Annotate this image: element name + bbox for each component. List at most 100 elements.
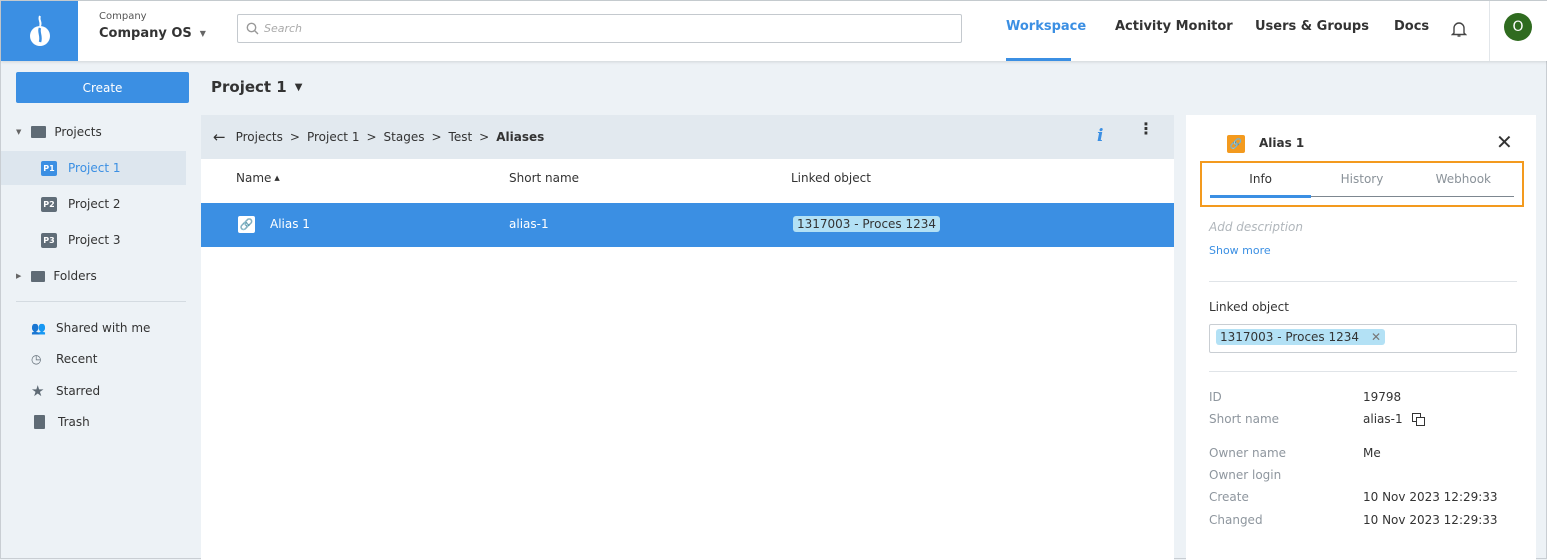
sidebar-label: Recent — [56, 352, 98, 366]
logo[interactable] — [1, 1, 78, 61]
show-more-link[interactable]: Show more — [1209, 244, 1271, 257]
prop-label: Owner login — [1209, 468, 1282, 482]
description-input[interactable]: Add description — [1209, 220, 1303, 234]
more-vertical-icon[interactable]: ⋮ — [1138, 121, 1154, 137]
details-panel: 🔗 Alias 1 ✕ Info History Webhook Add des… — [1186, 115, 1536, 560]
prop-label: Changed — [1209, 513, 1263, 527]
sidebar-item-folders[interactable]: ▶ Folders — [1, 259, 186, 293]
create-button[interactable]: Create — [16, 72, 189, 103]
prop-label: ID — [1209, 390, 1222, 404]
star-icon: ★ — [31, 382, 45, 400]
sidebar-label: Folders — [53, 269, 97, 283]
sidebar-label: Starred — [56, 384, 101, 398]
trash-icon — [34, 415, 45, 429]
linked-object-tag: 1317003 - Proces 1234 ✕ — [1216, 329, 1386, 345]
top-bar: Company Company OS ▼ Search Workspace Act… — [1, 1, 1547, 61]
sidebar-item-project-1[interactable]: P1 Project 1 — [1, 151, 186, 185]
divider — [16, 301, 186, 302]
breadcrumb-separator: > — [289, 130, 300, 144]
project-badge: P1 — [41, 160, 57, 176]
sidebar-item-starred[interactable]: ★ Starred — [1, 374, 186, 408]
company-name: Company OS — [99, 26, 192, 41]
avatar[interactable]: O — [1504, 13, 1532, 41]
prop-value: 19798 — [1363, 390, 1402, 404]
search-input[interactable]: Search — [237, 14, 962, 43]
breadcrumb-item[interactable]: Project 1 — [307, 130, 360, 144]
breadcrumb-separator: > — [479, 130, 490, 144]
copy-icon[interactable] — [1412, 413, 1425, 426]
caret-down-icon: ▼ — [294, 81, 303, 93]
project-selector[interactable]: Project 1 ▼ — [211, 78, 302, 96]
nav-workspace[interactable]: Workspace — [1006, 19, 1086, 34]
sidebar-label: Project 1 — [68, 161, 121, 175]
column-header-name[interactable]: Name ▲ — [236, 171, 280, 185]
linked-object-input[interactable]: 1317003 - Proces 1234 ✕ — [1209, 324, 1517, 353]
tab-bar: Info History Webhook — [1210, 172, 1514, 186]
project-badge: P2 — [41, 196, 57, 212]
history-clock-icon: ◷ — [31, 352, 42, 366]
linked-object-label: Linked object — [1209, 300, 1289, 314]
breadcrumb: ← Projects > Project 1 > Stages > Test > Ali… — [201, 115, 1174, 159]
sidebar-label: Project 2 — [68, 197, 121, 211]
prop-label: Create — [1209, 490, 1249, 504]
breadcrumb-item[interactable]: Stages — [384, 130, 425, 144]
column-label: Name — [236, 171, 272, 185]
tab-history[interactable]: History — [1311, 172, 1412, 186]
row-short-name: alias-1 — [509, 217, 549, 231]
divider — [1489, 1, 1490, 61]
main-panel: ← Projects > Project 1 > Stages > Test > Ali… — [201, 115, 1174, 560]
breadcrumb-separator: > — [366, 130, 377, 144]
prop-value: 10 Nov 2023 12:29:33 — [1363, 513, 1498, 527]
sidebar-item-projects[interactable]: ▼ Projects — [1, 115, 186, 149]
sidebar-label: Project 3 — [68, 233, 121, 247]
info-icon[interactable]: i — [1097, 126, 1103, 146]
project-badge: P3 — [41, 232, 57, 248]
sidebar-label: Projects — [54, 125, 102, 139]
company-selector[interactable]: Company OS ▼ — [99, 26, 206, 41]
nav-activity-monitor[interactable]: Activity Monitor — [1115, 19, 1233, 34]
folder-icon — [31, 270, 46, 282]
row-linked-tag[interactable]: 1317003 - Proces 1234 — [793, 216, 941, 232]
sidebar-item-shared[interactable]: 👥 Shared with me — [1, 311, 186, 345]
link-icon: 🔗 — [238, 216, 255, 233]
prop-label: Short name — [1209, 412, 1280, 426]
link-icon: 🔗 — [1227, 135, 1245, 153]
project-selector-label: Project 1 — [211, 78, 287, 96]
close-icon[interactable]: ✕ — [1496, 132, 1513, 152]
tab-info[interactable]: Info — [1210, 172, 1311, 186]
nav-docs[interactable]: Docs — [1394, 19, 1429, 34]
tab-webhook[interactable]: Webhook — [1413, 172, 1514, 186]
company-label: Company — [99, 11, 147, 22]
table-row[interactable]: 🔗 Alias 1 alias-1 1317003 - Proces 1234 — [201, 203, 1174, 247]
sidebar-item-project-2[interactable]: P2 Project 2 — [1, 187, 186, 221]
panel-title: Alias 1 — [1259, 136, 1305, 150]
bell-icon[interactable] — [1451, 20, 1467, 38]
nav-users-groups[interactable]: Users & Groups — [1255, 19, 1369, 34]
shared-users-icon: 👥 — [31, 321, 46, 335]
caret-down-icon: ▼ — [199, 29, 206, 38]
breadcrumb-item[interactable]: Test — [449, 130, 473, 144]
tab-active-indicator — [1210, 195, 1311, 198]
sidebar-label: Shared with me — [56, 321, 151, 335]
remove-tag-icon[interactable]: ✕ — [1371, 330, 1381, 344]
prop-label: Owner name — [1209, 446, 1287, 460]
sidebar-item-trash[interactable]: Trash — [1, 405, 186, 439]
breadcrumb-item[interactable]: Projects — [236, 130, 283, 144]
prop-value: alias-1 — [1363, 412, 1403, 426]
breadcrumb-current: Aliases — [496, 130, 545, 144]
column-header-short-name[interactable]: Short name — [509, 171, 579, 185]
drop-logo-icon — [29, 15, 50, 46]
search-icon — [246, 22, 259, 35]
row-name: Alias 1 — [270, 217, 310, 231]
sidebar-item-project-3[interactable]: P3 Project 3 — [1, 223, 186, 257]
prop-value: Me — [1363, 446, 1381, 460]
back-arrow-icon[interactable]: ← — [213, 128, 226, 146]
divider — [1209, 281, 1517, 282]
breadcrumb-separator: > — [431, 130, 442, 144]
caret-down-icon: ▼ — [16, 128, 22, 136]
sidebar-item-recent[interactable]: ◷ Recent — [1, 342, 186, 376]
column-header-linked[interactable]: Linked object — [791, 171, 871, 185]
divider — [1209, 371, 1517, 372]
caret-right-icon: ▶ — [16, 272, 22, 280]
sidebar-label: Trash — [58, 415, 90, 429]
